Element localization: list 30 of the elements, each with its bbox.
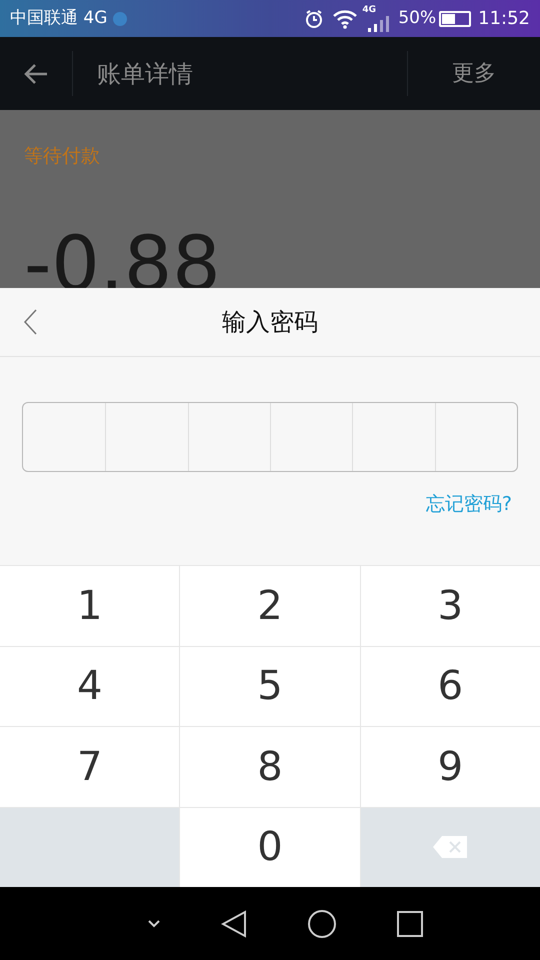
recents-square-icon[interactable]: [397, 910, 423, 936]
keypad-key[interactable]: 4: [0, 646, 180, 726]
back-arrow-icon: [23, 62, 49, 84]
signal-icon: [368, 16, 390, 32]
battery-icon: [439, 10, 472, 26]
chevron-down-icon[interactable]: [147, 919, 161, 928]
wifi-icon: [332, 8, 358, 28]
dialog-title: 输入密码: [222, 307, 318, 338]
chevron-left-icon: [23, 309, 37, 335]
keypad-key[interactable]: 0: [180, 808, 360, 887]
payment-status: 等待付款: [24, 144, 101, 169]
password-field[interactable]: [22, 402, 518, 472]
keypad-key[interactable]: 9: [360, 727, 540, 806]
more-button[interactable]: 更多: [408, 37, 540, 110]
keypad-key[interactable]: 7: [0, 727, 180, 806]
network-text: 4G: [362, 4, 376, 16]
battery-percent: 50%: [398, 6, 436, 30]
backspace-icon: [432, 835, 468, 860]
clock-text: 11:52: [478, 7, 530, 31]
keypad-key[interactable]: 3: [360, 566, 540, 646]
keypad-key[interactable]: 1: [0, 566, 180, 646]
home-circle-icon[interactable]: [307, 908, 337, 938]
keypad-key[interactable]: 8: [180, 727, 360, 806]
back-triangle-icon[interactable]: [221, 910, 247, 938]
header-title: 账单详情: [97, 58, 194, 90]
keypad-key[interactable]: 5: [180, 646, 360, 726]
keypad-key[interactable]: 2: [180, 566, 360, 646]
keypad-key[interactable]: 6: [360, 646, 540, 726]
alarm-icon: [304, 8, 324, 28]
carrier-text: 中国联通 4G: [10, 6, 108, 30]
